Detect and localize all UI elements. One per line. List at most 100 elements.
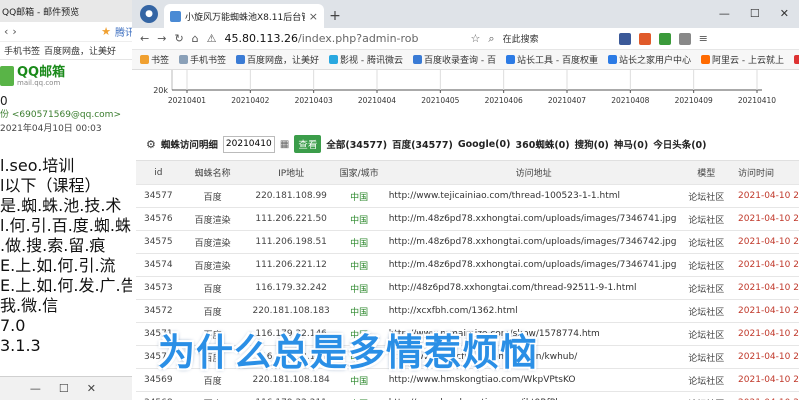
cell-country: 中国 bbox=[337, 299, 381, 323]
bookmark-item[interactable]: 站长工具 - 百度权重 bbox=[506, 53, 598, 66]
mail-bookmark-mobile[interactable]: 手机书签 bbox=[4, 44, 40, 57]
new-tab-button[interactable]: + bbox=[324, 4, 346, 28]
not-secure-icon[interactable]: ⚠ bbox=[207, 32, 217, 45]
cell-ip: 116.179.32.242 bbox=[244, 276, 338, 300]
mail-window-title: QQ邮箱 - 邮件预览 bbox=[2, 7, 80, 18]
extension-icon[interactable] bbox=[658, 32, 671, 45]
minimize-button[interactable]: — bbox=[30, 382, 41, 395]
cell-url[interactable]: http://48z6pd78.xxhongtai.com/thread-925… bbox=[380, 276, 687, 300]
close-button[interactable]: ✕ bbox=[780, 7, 789, 20]
reload-icon[interactable]: ↻ bbox=[174, 32, 183, 45]
tab-close-icon[interactable]: × bbox=[309, 10, 318, 23]
chart-x-tick-label: 20210408 bbox=[611, 96, 649, 105]
back-icon[interactable]: ‹ bbox=[4, 25, 8, 38]
col-spider-name[interactable]: 蜘蛛名称 bbox=[180, 160, 245, 185]
col-time[interactable]: 访问时间 bbox=[726, 160, 799, 185]
extension-icon[interactable] bbox=[618, 32, 631, 45]
profile-avatar[interactable]: ● bbox=[140, 5, 158, 23]
bookmark-label: 百度收录查询 - 百 bbox=[424, 56, 497, 66]
address-bar: ← → ↻ ⌂ ⚠ 45.80.113.26/index.php?admin-r… bbox=[132, 28, 799, 50]
col-model[interactable]: 模型 bbox=[686, 160, 727, 185]
col-country[interactable]: 国家/城市 bbox=[337, 160, 381, 185]
mail-bookmark-baidu-pan[interactable]: 百度网盘，让美好 bbox=[44, 44, 116, 57]
close-button[interactable]: ✕ bbox=[87, 382, 96, 395]
bookmark-item[interactable]: 阿里云 - 上云就上 bbox=[701, 53, 784, 66]
filter-shenma[interactable]: 神马(0) bbox=[614, 137, 648, 151]
cell-url[interactable]: http://m.48z6pd78.xxhongtai.com/uploads/… bbox=[380, 253, 687, 277]
chart-x-tick-label: 20210409 bbox=[675, 96, 713, 105]
cell-model: 论坛社区 bbox=[686, 368, 727, 392]
bookmark-label: 手机书签 bbox=[190, 56, 227, 66]
bookmark-item[interactable]: 站长之家用户中心 bbox=[608, 53, 691, 66]
filter-sogou[interactable]: 搜狗(0) bbox=[575, 137, 609, 151]
filter-all[interactable]: 全部(34577) bbox=[326, 137, 387, 151]
browser-window-controls: — ☐ ✕ bbox=[719, 7, 799, 28]
col-url[interactable]: 访问地址 bbox=[380, 160, 687, 185]
chart-x-tick-label: 20210404 bbox=[358, 96, 396, 105]
bookmark-item[interactable]: 手机书签 bbox=[179, 53, 226, 66]
maximize-button[interactable]: ☐ bbox=[59, 382, 69, 395]
query-button[interactable]: 查看 bbox=[294, 135, 322, 153]
mail-body-line: E.上.如.何.发.广.告 bbox=[0, 276, 137, 295]
mail-meta: 0 份 <690571569@qq.com> 2021年04月10日 00:03 bbox=[0, 94, 121, 136]
bookmark-label: 站长工具 - 百度权重 bbox=[517, 56, 598, 66]
cell-model: 论坛社区 bbox=[686, 345, 727, 369]
extension-icon[interactable] bbox=[638, 32, 651, 45]
mail-body-line: .做.搜.索.留.痕 bbox=[0, 236, 106, 255]
col-ip[interactable]: IP地址 bbox=[244, 160, 338, 185]
cell-id: 34573 bbox=[136, 276, 181, 300]
home-icon[interactable]: ⌂ bbox=[192, 32, 199, 45]
bookmark-item[interactable]: 书签 bbox=[140, 53, 169, 66]
search-field-label[interactable]: 在此搜索 bbox=[503, 32, 539, 45]
forward-icon[interactable]: › bbox=[12, 25, 16, 38]
bookmark-label: 影视 - 腾讯微云 bbox=[340, 56, 404, 66]
bookmarks-bar: 书签 手机书签 百度网盘，让美好 影视 - 腾讯微云 百度收录查询 - 百 站长… bbox=[132, 50, 799, 70]
bookmark-item[interactable]: 263 bbox=[794, 55, 799, 65]
maximize-button[interactable]: ☐ bbox=[750, 7, 760, 20]
date-input[interactable] bbox=[222, 135, 275, 153]
bookmark-item[interactable]: 影视 - 腾讯微云 bbox=[329, 53, 403, 66]
col-id[interactable]: id bbox=[136, 160, 181, 185]
cell-ip: 111.206.198.51 bbox=[244, 230, 338, 254]
calendar-icon[interactable]: ▦ bbox=[280, 139, 289, 150]
mail-window-titlebar: QQ邮箱 - 邮件预览 bbox=[0, 0, 139, 22]
extension-icon[interactable] bbox=[678, 32, 691, 45]
baidu-icon bbox=[413, 55, 423, 64]
cell-country: 中国 bbox=[337, 253, 381, 277]
cell-ip: 116.179.32.211 bbox=[244, 391, 338, 400]
chart-x-tick-label: 20210405 bbox=[421, 96, 459, 105]
cell-ip: 220.181.108.99 bbox=[244, 184, 338, 208]
bookmark-label: 百度网盘，让美好 bbox=[247, 56, 320, 66]
cell-model: 论坛社区 bbox=[686, 299, 727, 323]
cell-url[interactable]: http://www.tejicainiao.com/thread-100523… bbox=[380, 184, 687, 208]
visit-chart-svg: 20k20210401 20210402 20210403 20210404 20210… bbox=[153, 70, 776, 105]
tab-admin[interactable]: 小旋风万能蜘蛛池X8.11后台管理 × bbox=[164, 4, 324, 28]
section-title: 蜘蛛访问明细 bbox=[160, 140, 218, 151]
back-icon[interactable]: ← bbox=[140, 32, 149, 45]
cell-url[interactable]: http://xcxfbh.com/1362.html bbox=[380, 299, 687, 323]
menu-icon[interactable]: ≡ bbox=[699, 32, 708, 45]
cell-country: 中国 bbox=[337, 230, 381, 254]
search-icon[interactable]: ⌕ bbox=[488, 32, 494, 46]
filter-google[interactable]: Google(0) bbox=[458, 139, 511, 150]
bookmark-star-icon[interactable]: ☆ bbox=[471, 32, 481, 45]
chart-x-tick-label: 20210402 bbox=[231, 96, 269, 105]
filter-baidu[interactable]: 百度(34577) bbox=[392, 137, 453, 151]
cell-url[interactable]: http://www.hmskongtiao.com/jkt9RfPkv bbox=[380, 391, 687, 400]
bookmark-item[interactable]: 百度收录查询 - 百 bbox=[413, 53, 496, 66]
bookmark-label: 阿里云 - 上云就上 bbox=[712, 56, 784, 66]
cell-url[interactable]: http://m.48z6pd78.xxhongtai.com/uploads/… bbox=[380, 230, 687, 254]
forward-icon[interactable]: → bbox=[157, 32, 166, 45]
filter-toutiao[interactable]: 今日头条(0) bbox=[653, 137, 706, 151]
cell-spider-name: 百度渲染 bbox=[180, 207, 245, 231]
minimize-button[interactable]: — bbox=[719, 7, 730, 20]
mail-date: 2021年04月10日 00:03 bbox=[0, 124, 102, 134]
cell-url[interactable]: http://m.48z6pd78.xxhongtai.com/uploads/… bbox=[380, 207, 687, 231]
bookmark-item[interactable]: 百度网盘，让美好 bbox=[236, 53, 319, 66]
cell-country: 中国 bbox=[337, 184, 381, 208]
tencent-star-icon[interactable]: ★ bbox=[101, 25, 111, 38]
filter-360[interactable]: 360蜘蛛(0) bbox=[515, 137, 569, 151]
bookmark-label: 站长之家用户中心 bbox=[619, 56, 692, 66]
cell-model: 论坛社区 bbox=[686, 276, 727, 300]
url-field[interactable]: 45.80.113.26/index.php?admin-rob bbox=[225, 32, 419, 45]
